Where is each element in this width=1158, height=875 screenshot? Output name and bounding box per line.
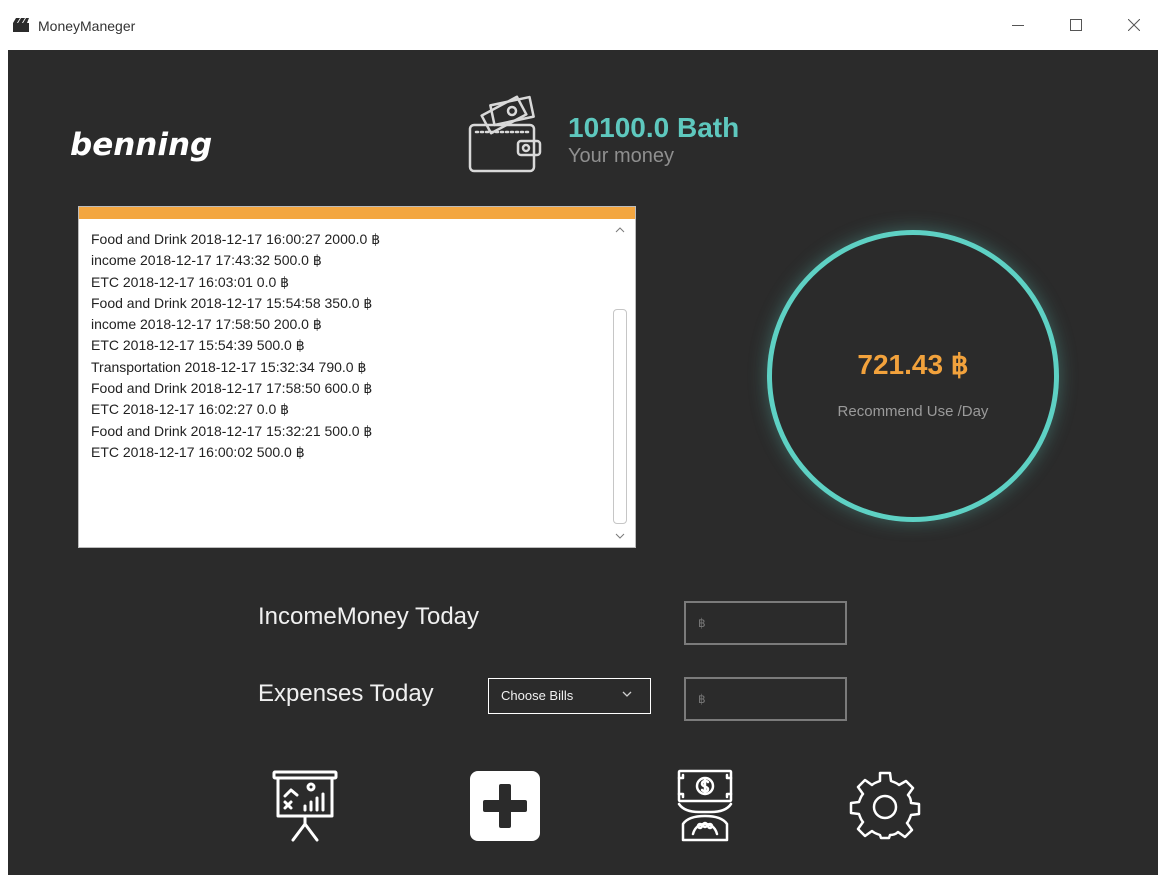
add-button[interactable]	[467, 768, 543, 844]
list-item[interactable]: ETC 2018-12-17 16:00:02 500.0 ฿	[79, 442, 607, 463]
minimize-button[interactable]	[996, 10, 1040, 40]
bills-selected-value: Choose Bills	[501, 688, 574, 703]
statistics-button[interactable]	[267, 768, 343, 844]
chart-presentation-icon	[272, 770, 338, 842]
chevron-down-icon	[622, 691, 632, 697]
wallet-icon	[468, 95, 542, 173]
bills-dropdown[interactable]: Choose Bills	[488, 678, 651, 714]
income-input[interactable]	[684, 601, 847, 645]
list-item[interactable]: Food and Drink 2018-12-17 15:32:21 500.0…	[79, 421, 607, 442]
add-icon	[470, 771, 540, 841]
minimize-icon	[1012, 25, 1024, 26]
recommend-circle: 721.43 ฿ Recommend Use /Day	[767, 230, 1059, 522]
settings-button[interactable]	[847, 768, 923, 844]
chevron-up-icon	[615, 227, 625, 233]
expense-label: Expenses Today	[258, 680, 434, 707]
balance-amount: 10100.0 Bath	[568, 112, 740, 143]
recommend-label: Recommend Use /Day	[837, 403, 989, 420]
list-item[interactable]: income 2018-12-17 17:43:32 500.0 ฿	[79, 250, 607, 271]
list-item[interactable]: Transportation 2018-12-17 15:32:34 790.0…	[79, 357, 607, 378]
close-icon	[1128, 19, 1140, 31]
list-item[interactable]: ETC 2018-12-17 15:54:39 500.0 ฿	[79, 335, 607, 356]
main-panel: benning 10100.0 Bath Your money Food and…	[8, 50, 1158, 875]
maximize-icon	[1070, 19, 1082, 31]
gear-icon	[849, 771, 921, 840]
list-header-bar	[79, 207, 635, 219]
title-bar: MoneyManeger	[0, 0, 1158, 50]
list-item-partial	[79, 221, 607, 229]
list-item[interactable]: ETC 2018-12-17 16:02:27 0.0 ฿	[79, 399, 607, 420]
scroll-down-button[interactable]	[613, 529, 627, 543]
list-item[interactable]: Food and Drink 2018-12-17 17:58:50 600.0…	[79, 378, 607, 399]
app-icon	[13, 18, 29, 32]
balance-label: Your money	[568, 145, 674, 167]
money-cash-icon	[677, 769, 733, 842]
transaction-list[interactable]: Food and Drink 2018-12-17 16:00:27 2000.…	[78, 206, 636, 548]
window-title: MoneyManeger	[38, 18, 136, 34]
list-scrollbar[interactable]	[611, 221, 629, 547]
maximize-button[interactable]	[1054, 10, 1098, 40]
list-item[interactable]: Food and Drink 2018-12-17 15:54:58 350.0…	[79, 293, 607, 314]
scroll-up-button[interactable]	[613, 223, 627, 237]
close-button[interactable]	[1112, 10, 1156, 40]
list-item[interactable]: ETC 2018-12-17 16:03:01 0.0 ฿	[79, 272, 607, 293]
income-label: IncomeMoney Today	[258, 603, 480, 630]
income-expense-button[interactable]	[667, 768, 743, 844]
expense-input[interactable]	[684, 677, 847, 721]
recommend-amount: 721.43 ฿	[857, 349, 969, 380]
transaction-items: Food and Drink 2018-12-17 16:00:27 2000.…	[79, 221, 607, 463]
scroll-thumb[interactable]	[613, 309, 627, 524]
chevron-down-icon	[615, 533, 625, 539]
user-name: benning	[70, 127, 213, 163]
list-item[interactable]: Food and Drink 2018-12-17 16:00:27 2000.…	[79, 229, 607, 250]
list-item[interactable]: income 2018-12-17 17:58:50 200.0 ฿	[79, 314, 607, 335]
